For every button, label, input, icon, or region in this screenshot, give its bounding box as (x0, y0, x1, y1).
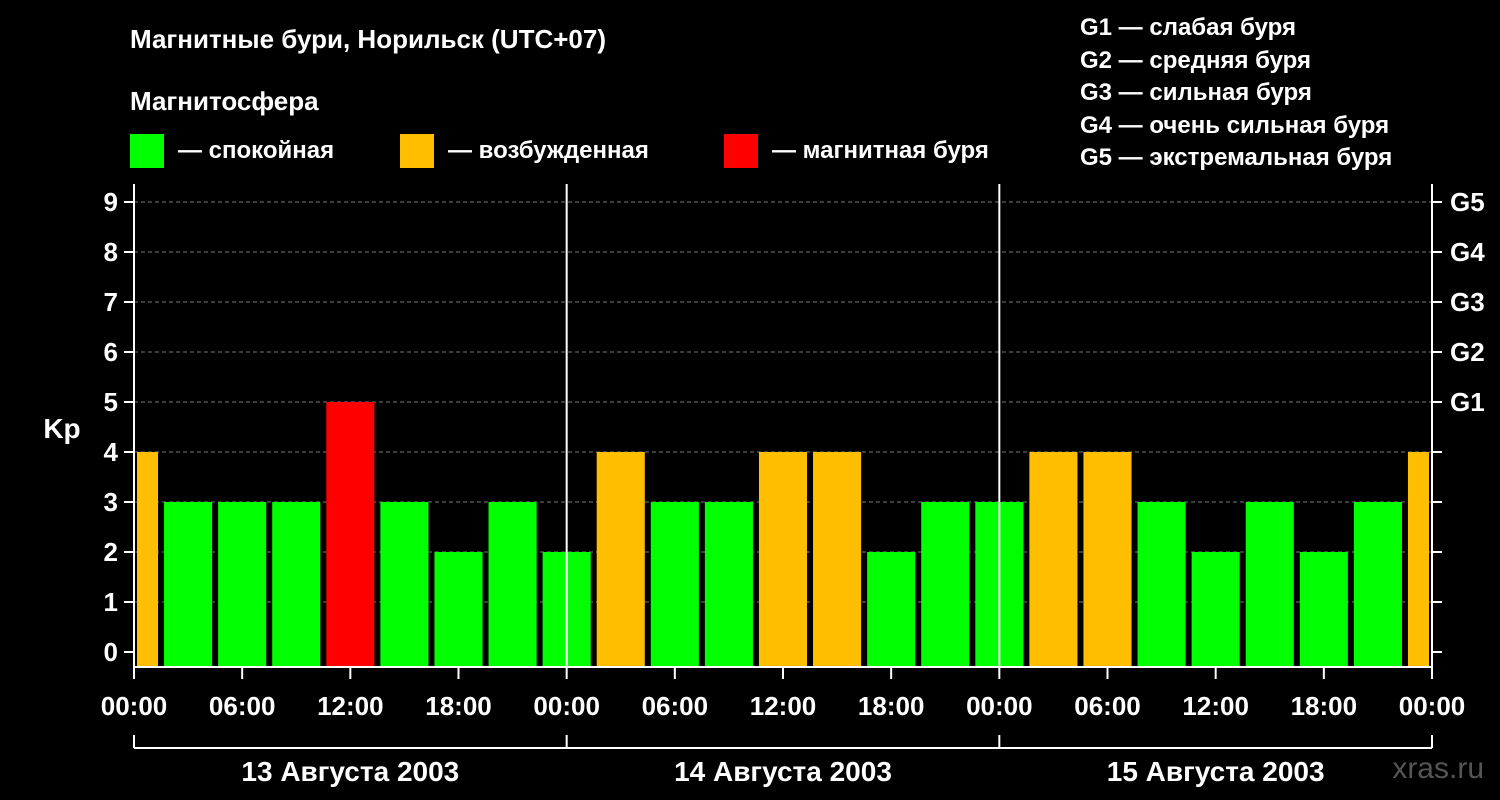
x-tick-label: 06:00 (642, 691, 709, 721)
x-tick-label: 00:00 (533, 691, 600, 721)
x-tick-label: 00:00 (966, 691, 1033, 721)
bar (758, 452, 808, 667)
bar (1137, 502, 1186, 667)
y-tick-label: 9 (104, 187, 118, 217)
day-label: 13 Августа 2003 (241, 756, 459, 787)
bar (326, 402, 375, 667)
bar (867, 552, 916, 667)
g-level-label: G4 (1450, 237, 1485, 267)
bar (1029, 452, 1078, 667)
x-tick-label: 06:00 (1074, 691, 1141, 721)
bar (921, 502, 970, 667)
bar (596, 452, 645, 667)
watermark: xras.ru (1392, 752, 1484, 785)
bar (650, 502, 699, 667)
x-tick-label: 12:00 (750, 691, 817, 721)
bar (1083, 452, 1132, 667)
y-axis-label: Kp (43, 413, 80, 444)
x-tick-label: 18:00 (1291, 691, 1358, 721)
y-tick-label: 4 (104, 437, 119, 467)
y-tick-label: 7 (104, 287, 118, 317)
bar (272, 502, 321, 667)
bar (1353, 502, 1402, 667)
x-tick-label: 06:00 (209, 691, 276, 721)
bar (488, 502, 537, 667)
x-tick-label: 18:00 (425, 691, 492, 721)
bar (137, 452, 159, 667)
bar (218, 502, 267, 667)
bar (164, 502, 213, 667)
g-level-label: G1 (1450, 387, 1485, 417)
bar (380, 502, 429, 667)
y-tick-label: 5 (104, 387, 118, 417)
g-level-label: G2 (1450, 337, 1485, 367)
bar (1245, 502, 1294, 667)
x-tick-label: 12:00 (317, 691, 384, 721)
x-tick-label: 18:00 (858, 691, 925, 721)
day-label: 14 Августа 2003 (674, 756, 892, 787)
bar (1191, 552, 1240, 667)
x-tick-label: 00:00 (1399, 691, 1466, 721)
y-tick-label: 1 (104, 587, 118, 617)
y-tick-label: 0 (104, 637, 118, 667)
x-tick-label: 00:00 (101, 691, 168, 721)
kp-chart: Kp 0 1 2 3 4 5 6 7 8 9 G1 G2 G3 G4 G5 00:00 06:00 12:00 18… (43, 184, 1485, 787)
g-level-label: G3 (1450, 287, 1485, 317)
y-tick-label: 6 (104, 337, 118, 367)
bar (434, 552, 483, 667)
y-tick-label: 8 (104, 237, 118, 267)
y-tick-label: 3 (104, 487, 118, 517)
x-tick-label: 12:00 (1182, 691, 1249, 721)
y-tick-label: 2 (104, 537, 118, 567)
g-level-label: G5 (1450, 187, 1485, 217)
bar (1299, 552, 1348, 667)
bar (704, 502, 753, 667)
bar (813, 452, 862, 667)
bar (1407, 452, 1429, 667)
day-label: 15 Августа 2003 (1107, 756, 1325, 787)
